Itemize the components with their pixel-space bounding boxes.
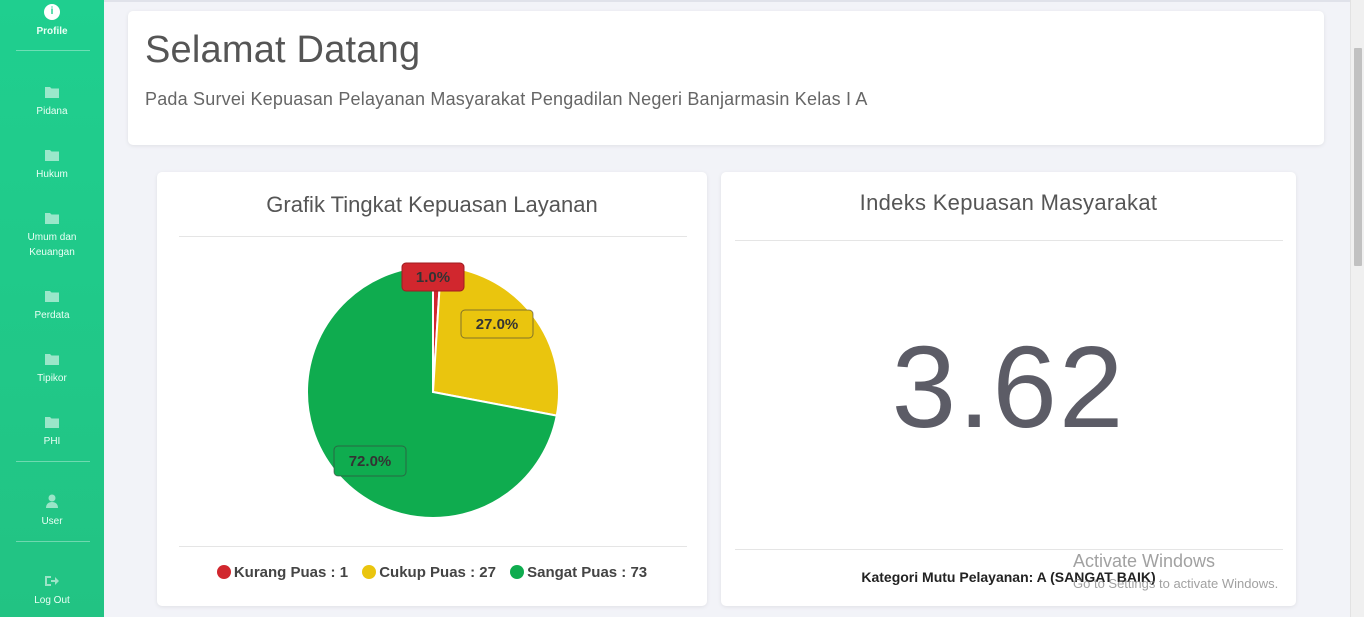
sidebar-item-label: Perdata: [34, 310, 70, 321]
chart-title: Grafik Tingkat Kepuasan Layanan: [266, 192, 598, 217]
folder-icon: [45, 354, 59, 365]
scrollbar[interactable]: [1350, 0, 1364, 617]
sidebar-divider: [16, 541, 90, 542]
folder-icon: [45, 150, 59, 161]
user-icon: [46, 494, 58, 508]
data-label-text: 72.0%: [349, 453, 392, 470]
legend-dot: [510, 565, 525, 579]
page-subtitle: Pada Survei Kepuasan Pelayanan Masyaraka…: [145, 89, 868, 109]
index-title: Indeks Kepuasan Masyarakat: [859, 190, 1158, 215]
satisfaction-chart-card: Grafik Tingkat Kepuasan Layanan 1.0% 27.0…: [157, 172, 707, 606]
sidebar-item-label: User: [41, 516, 63, 527]
chart-legend: Kurang Puas : 1 Cukup Puas : 27 Sangat P…: [157, 564, 707, 581]
data-label-text: 27.0%: [476, 316, 519, 333]
sidebar-item-phi[interactable]: PHI: [0, 416, 104, 449]
sidebar-item-label: PHI: [43, 436, 61, 447]
folder-icon: [45, 213, 59, 224]
sidebar: i Profile Pidana Hukum Umum dan Keuangan…: [0, 0, 104, 617]
sidebar-item-profile[interactable]: Profile: [0, 24, 104, 39]
legend-dot: [216, 565, 231, 579]
legend-dot: [362, 565, 377, 579]
divider: [735, 549, 1283, 550]
index-card: Indeks Kepuasan Masyarakat 3.62 Kategori…: [721, 172, 1296, 606]
sidebar-item-label: Log Out: [34, 595, 70, 606]
index-value: 3.62: [891, 322, 1126, 452]
legend-item-cukup-puas[interactable]: Cukup Puas : 27: [362, 564, 496, 581]
service-quality-category: Kategori Mutu Pelayanan: A (SANGAT BAIK): [861, 569, 1156, 585]
scrollbar-thumb[interactable]: [1354, 48, 1362, 266]
legend-label: Cukup Puas : 27: [379, 564, 496, 581]
sidebar-item-umum-dan-keuangan[interactable]: Umum dan Keuangan: [0, 212, 104, 260]
sidebar-item-label: Tipikor: [37, 373, 67, 384]
sidebar-item-label: Umum dan Keuangan: [27, 232, 77, 258]
sidebar-item-label: Hukum: [36, 169, 68, 180]
info-icon[interactable]: i: [44, 4, 60, 20]
pie-data-label: 1.0%: [401, 262, 465, 292]
sidebar-item-tipikor[interactable]: Tipikor: [0, 353, 104, 386]
sidebar-item-perdata[interactable]: Perdata: [0, 290, 104, 323]
sidebar-item-label: Pidana: [36, 106, 68, 117]
folder-icon: [45, 417, 59, 428]
sidebar-item-label: Profile: [36, 26, 68, 37]
divider: [735, 240, 1283, 241]
sidebar-divider: [16, 461, 90, 462]
welcome-card: Selamat Datang Pada Survei Kepuasan Pela…: [128, 11, 1324, 145]
legend-item-kurang-puas[interactable]: Kurang Puas : 1: [216, 564, 349, 581]
sidebar-item-hukum[interactable]: Hukum: [0, 149, 104, 182]
divider: [179, 546, 687, 547]
legend-item-sangat-puas[interactable]: Sangat Puas : 73: [510, 564, 647, 581]
sign-out-icon: [45, 576, 59, 586]
folder-icon: [45, 291, 59, 302]
folder-icon: [45, 87, 59, 98]
data-label-text: 1.0%: [416, 269, 450, 286]
sidebar-item-user[interactable]: User: [0, 494, 104, 529]
legend-label: Kurang Puas : 1: [233, 564, 349, 581]
page-title: Selamat Datang: [145, 29, 421, 71]
top-border: [104, 0, 1364, 2]
sidebar-divider: [16, 50, 90, 51]
pie-data-label: 72.0%: [333, 445, 407, 477]
sidebar-item-pidana[interactable]: Pidana: [0, 86, 104, 119]
sidebar-item-logout[interactable]: Log Out: [0, 575, 104, 608]
legend-label: Sangat Puas : 73: [527, 564, 648, 581]
pie-data-label: 27.0%: [460, 309, 534, 339]
pie-chart: 1.0% 27.0% 72.0%: [306, 262, 560, 519]
